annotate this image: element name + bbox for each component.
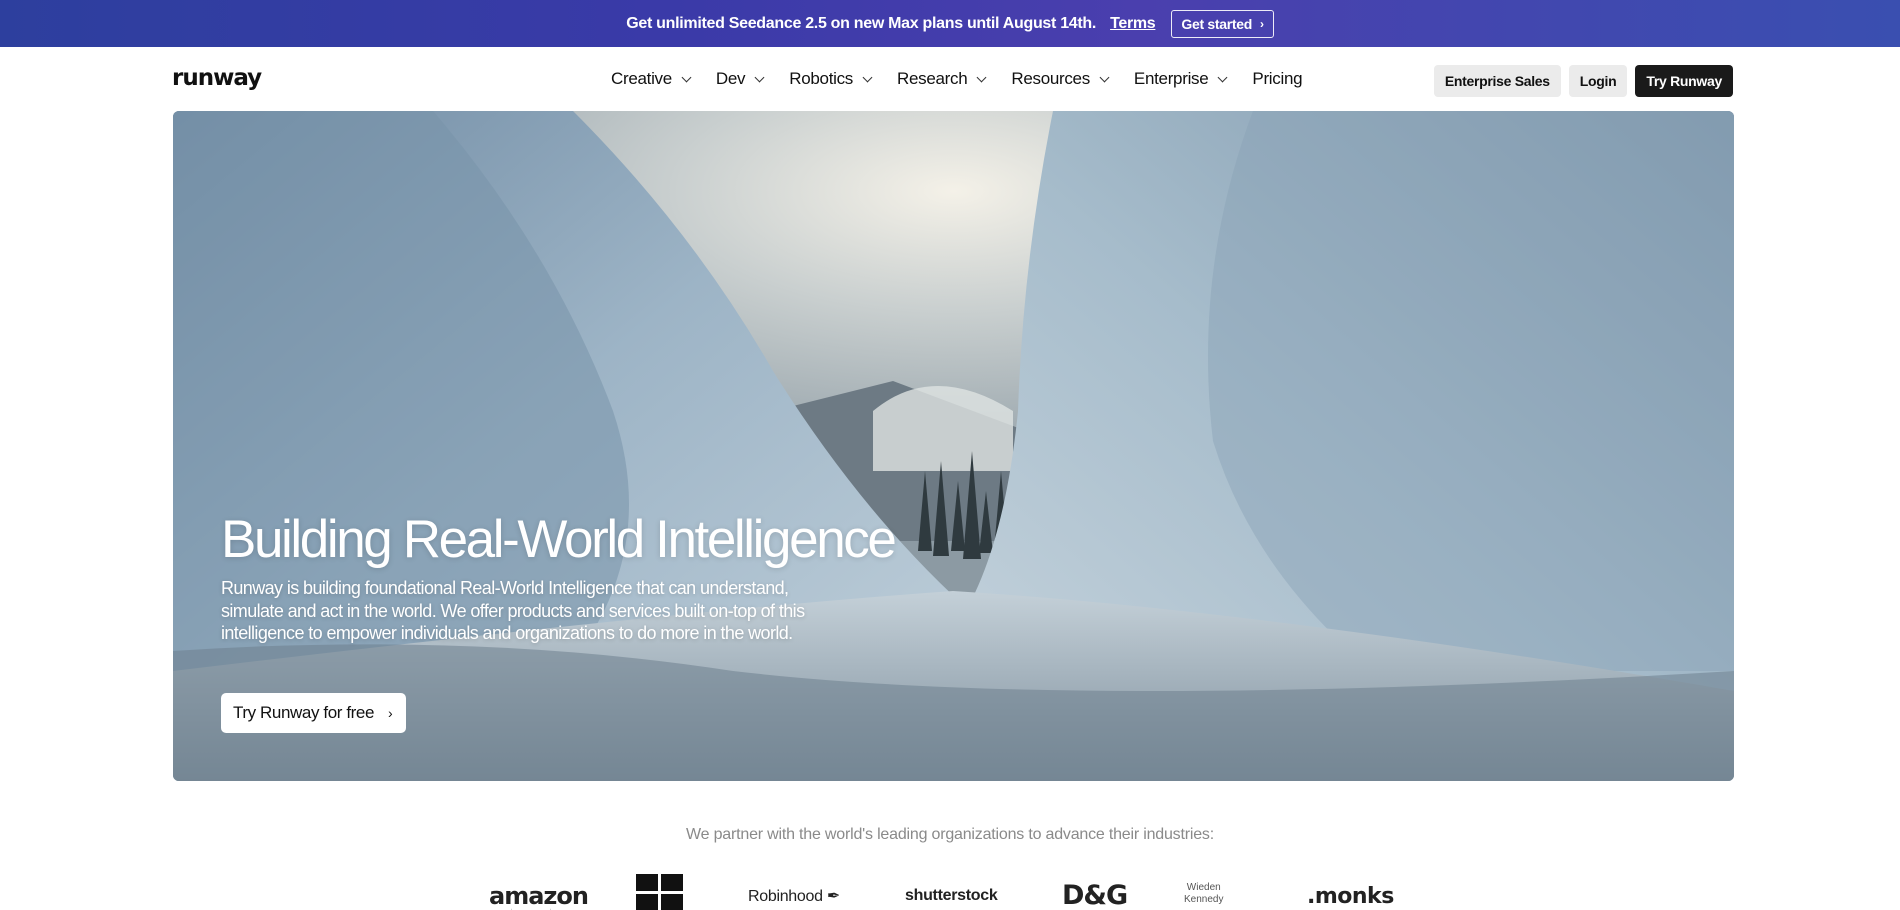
- hero-cta-label: Try Runway for free: [233, 703, 375, 722]
- site-header: runway Creative Dev Robotics Research Re…: [0, 47, 1900, 111]
- promo-banner: Get unlimited Seedance 2.5 on new Max pl…: [0, 0, 1900, 47]
- wk-line1: Wieden: [1186, 882, 1221, 893]
- nav-item-creative[interactable]: Creative: [611, 69, 692, 89]
- wk-line2: Kennedy: [1184, 894, 1224, 905]
- wieden-kennedy-logo: Wieden Kennedy: [1184, 882, 1223, 906]
- nav-item-robotics[interactable]: Robotics: [789, 69, 873, 89]
- chevron-right-icon: ›: [388, 705, 393, 721]
- chevron-down-icon: [1099, 72, 1110, 82]
- header-actions: Enterprise Sales Login Try Runway: [1433, 65, 1733, 97]
- dg-logo: D&G: [1062, 880, 1128, 910]
- enterprise-sales-button[interactable]: Enterprise Sales: [1433, 65, 1561, 97]
- promo-message: Get unlimited Seedance 2.5 on new Max pl…: [626, 14, 1097, 32]
- nav-label: Enterprise: [1133, 69, 1209, 88]
- partners-heading: We partner with the world's leading orga…: [686, 826, 1214, 843]
- runway-logo[interactable]: runway: [172, 65, 262, 91]
- try-runway-button[interactable]: Try Runway: [1635, 65, 1733, 97]
- chevron-down-icon: [976, 72, 987, 82]
- nav-label: Research: [897, 69, 968, 88]
- nav-label: Dev: [715, 69, 746, 88]
- feather-icon: ✒: [826, 888, 840, 905]
- nav-label: Creative: [611, 69, 672, 88]
- microsoft-logo: [636, 874, 684, 910]
- robinhood-logo-text: Robinhood: [748, 888, 823, 905]
- chevron-down-icon: [681, 72, 692, 82]
- nav-label: Robotics: [789, 69, 853, 88]
- promo-get-started-label: Get started: [1181, 15, 1253, 32]
- chevron-down-icon: [754, 72, 765, 82]
- nav-item-resources[interactable]: Resources: [1011, 69, 1110, 89]
- nav-item-dev[interactable]: Dev: [715, 69, 765, 89]
- hero-description: Runway is building foundational Real-Wor…: [221, 578, 805, 643]
- chevron-down-icon: [862, 72, 873, 82]
- nav-item-research[interactable]: Research: [897, 69, 987, 89]
- promo-terms-link[interactable]: Terms: [1110, 15, 1156, 33]
- amazon-logo-text: amazon: [489, 882, 589, 910]
- shutterstock-logo: shutterstock: [905, 887, 998, 904]
- amazon-logo: amazon: [489, 882, 589, 910]
- chevron-down-icon: [1217, 72, 1228, 82]
- nav-item-pricing[interactable]: Pricing: [1252, 69, 1302, 89]
- hero-background-image: [173, 111, 1734, 781]
- try-runway-free-button[interactable]: Try Runway for free ›: [221, 693, 407, 733]
- partner-logos: amazon Robinhood ✒ shutterstock D&G Wied…: [0, 872, 1900, 910]
- hero-title: Building Real-World Intelligence: [221, 510, 897, 569]
- login-button[interactable]: Login: [1568, 65, 1628, 97]
- main-nav: Creative Dev Robotics Research Resources…: [611, 47, 1328, 111]
- chevron-right-icon: ›: [1260, 16, 1264, 31]
- promo-get-started-button[interactable]: Get started ›: [1171, 9, 1274, 38]
- monks-logo: .monks: [1307, 884, 1394, 909]
- hero-section: Building Real-World Intelligence Runway …: [173, 111, 1734, 781]
- robinhood-logo: Robinhood ✒: [748, 886, 840, 906]
- nav-label: Resources: [1011, 69, 1090, 88]
- nav-label: Pricing: [1252, 69, 1303, 88]
- nav-item-enterprise[interactable]: Enterprise: [1133, 69, 1228, 89]
